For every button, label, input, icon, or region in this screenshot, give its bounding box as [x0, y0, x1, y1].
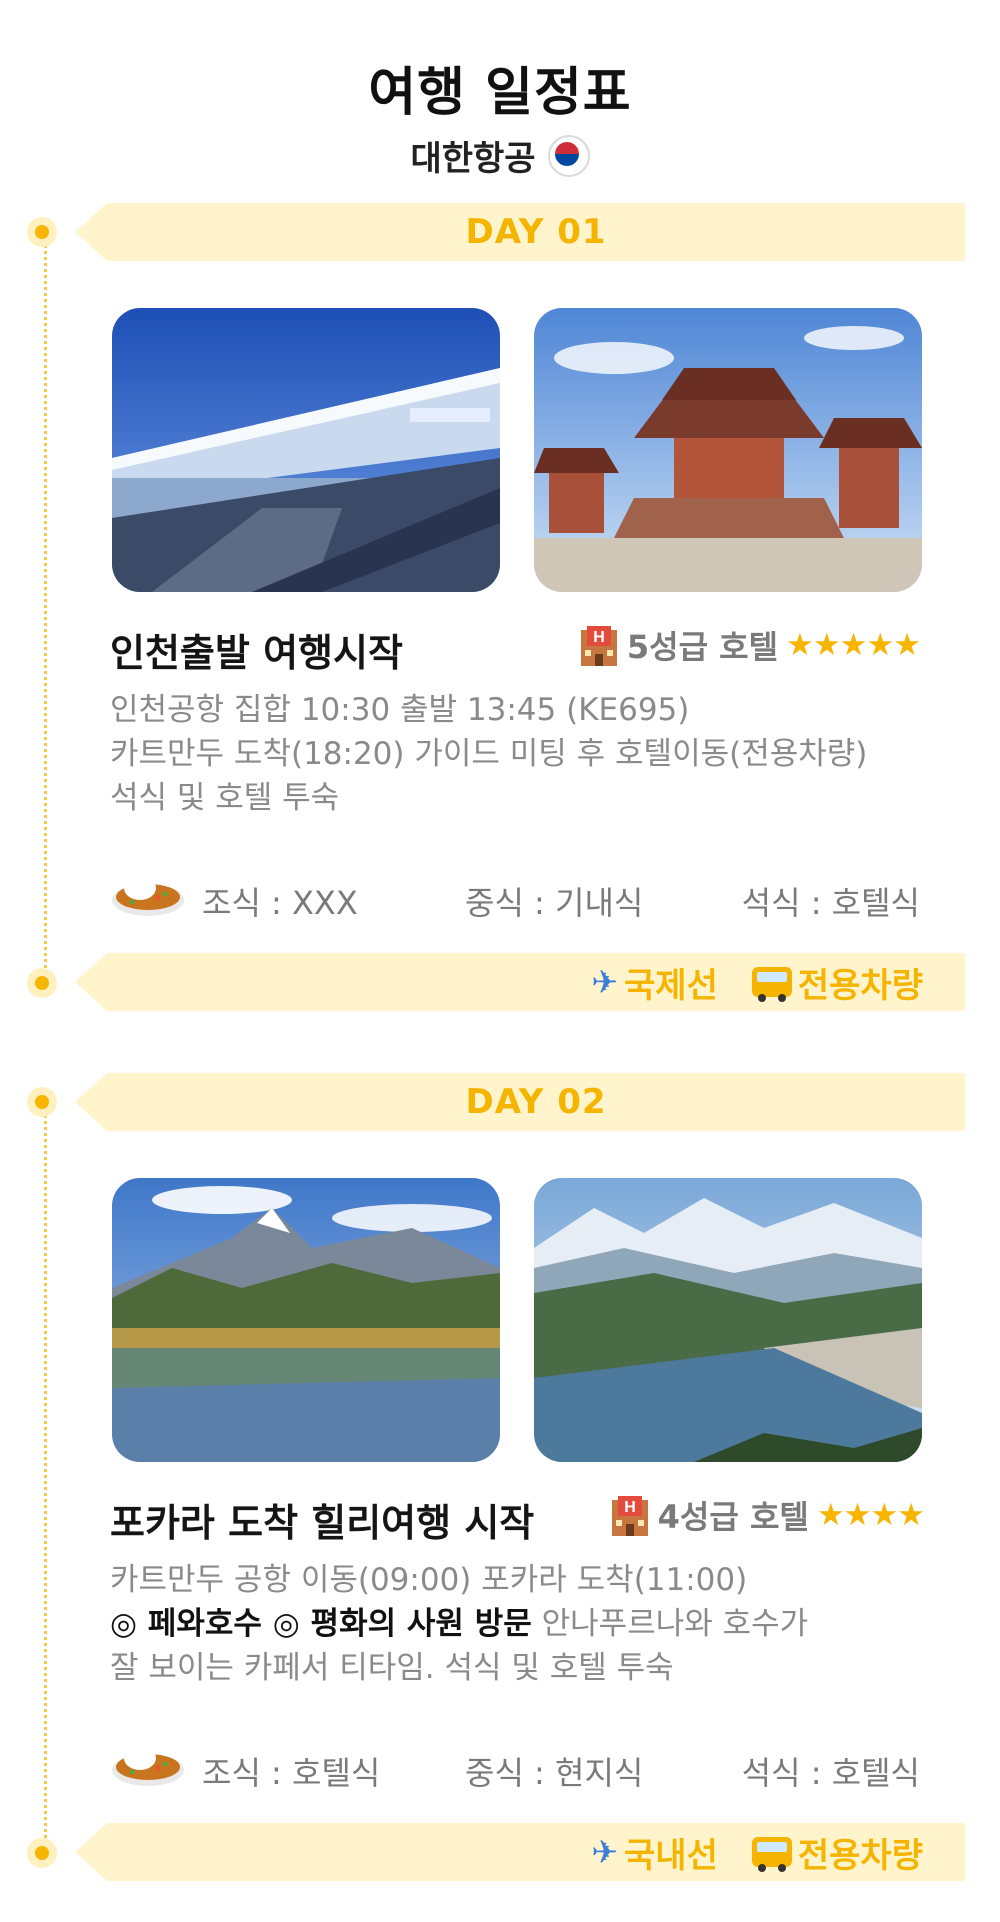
day2-label: DAY 02 [465, 1082, 607, 1122]
day2-meals: 조식 : 호텔식 중식 : 현지식 석식 : 호텔식 [110, 1738, 920, 1798]
day1-flight-label: 국제선 [624, 965, 718, 1006]
day1-vehicle-tag: 전용차량 [751, 958, 923, 1007]
day1-title: 인천출발 여행시작 [110, 631, 403, 675]
day1-photo-incheon-airport [112, 308, 500, 592]
day1-label: DAY 01 [465, 212, 607, 252]
day2-desc-highlight: ◎ 페와호수 ◎ 평화의 사원 방문 [110, 1606, 532, 1642]
day2-desc-line2: ◎ 페와호수 ◎ 평화의 사원 방문 안나푸르나와 호수가 [110, 1602, 910, 1646]
day2-photo-pokhara-view [534, 1178, 922, 1462]
day2-flight-label: 국내선 [624, 1835, 718, 1876]
bus-icon [751, 1837, 792, 1872]
timeline-dot-icon [27, 968, 57, 998]
day2-hotel-stars: ★★★★ [816, 1497, 925, 1533]
bus-icon [751, 967, 792, 1002]
day2-vehicle-label: 전용차량 [797, 1835, 923, 1876]
day2-desc-line2-rest: 안나푸르나와 호수가 [531, 1606, 809, 1642]
hotel-icon: H [610, 1494, 650, 1536]
day2-header-ribbon: DAY 02 [75, 1073, 965, 1131]
airline-row: 대한항공 [0, 131, 1000, 180]
day2-lunch: 중식 : 현지식 [465, 1754, 644, 1792]
day1-description: 인천공항 집합 10:30 출발 13:45 (KE695) 카트만두 도착(1… [110, 688, 910, 820]
day2-hotel-info: H 4성급 호텔 ★★★★ [610, 1492, 925, 1538]
day2-flight-tag: ✈ 국내선 [591, 1828, 718, 1877]
day1-desc-line1: 인천공항 집합 10:30 출발 13:45 (KE695) [110, 692, 690, 728]
timeline-dot-icon [27, 1087, 57, 1117]
page-header: 여행 일정표 대한항공 [0, 50, 1000, 180]
day1-lunch: 중식 : 기내식 [465, 884, 644, 922]
day1-desc-line2: 카트만두 도착(18:20) 가이드 미팅 후 호텔이동(전용차량) [110, 736, 868, 772]
svg-text:H: H [593, 629, 605, 646]
day1-breakfast: 조식 : XXX [202, 884, 358, 922]
day1-hotel-label: 5성급 호텔 [626, 628, 779, 666]
timeline-dot-icon [27, 1838, 57, 1868]
day2-desc-line1: 카트만두 공항 이동(09:00) 포카라 도착(11:00) [110, 1562, 748, 1598]
day1-hotel-info: H 5성급 호텔 ★★★★★ [579, 622, 921, 668]
korean-air-logo-icon [547, 134, 590, 177]
curry-rice-icon [110, 870, 186, 920]
day2-vehicle-tag: 전용차량 [751, 1828, 923, 1877]
day1-hotel-stars: ★★★★★ [786, 627, 921, 663]
airplane-icon: ✈ [591, 963, 619, 1001]
day1-timeline-line [44, 232, 47, 988]
day1-meals: 조식 : XXX 중식 : 기내식 석식 : 호텔식 [110, 868, 920, 928]
page-title: 여행 일정표 [368, 63, 632, 123]
day1-vehicle-label: 전용차량 [797, 965, 923, 1006]
svg-text:H: H [624, 1499, 636, 1516]
day2-desc-line3: 잘 보이는 카페서 티타임. 석식 및 호텔 투숙 [110, 1650, 674, 1686]
airplane-icon: ✈ [591, 1833, 619, 1871]
day2-transport-ribbon: ✈ 국내선 전용차량 [75, 1823, 965, 1881]
day2-hotel-label: 4성급 호텔 [657, 1498, 809, 1536]
hotel-icon: H [579, 624, 619, 666]
day2-description: 카트만두 공항 이동(09:00) 포카라 도착(11:00) ◎ 페와호수 ◎… [110, 1558, 910, 1690]
day1-transport-ribbon: ✈ 국제선 전용차량 [75, 953, 965, 1011]
day2-dinner: 석식 : 호텔식 [741, 1754, 920, 1792]
day1-desc-line3: 석식 및 호텔 투숙 [110, 780, 340, 816]
curry-rice-icon [110, 1740, 186, 1790]
day2-timeline-line [44, 1102, 47, 1858]
day2-photo-phewa-lake [112, 1178, 500, 1462]
timeline-dot-icon [27, 217, 57, 247]
day1-photo-kathmandu-temple [534, 308, 922, 592]
day1-header-ribbon: DAY 01 [75, 203, 965, 261]
day2-breakfast: 조식 : 호텔식 [202, 1754, 381, 1792]
day1-flight-tag: ✈ 국제선 [591, 958, 718, 1007]
day1-dinner: 석식 : 호텔식 [741, 884, 920, 922]
day2-title: 포카라 도착 힐리여행 시작 [110, 1501, 535, 1545]
airline-name: 대한항공 [410, 139, 536, 179]
